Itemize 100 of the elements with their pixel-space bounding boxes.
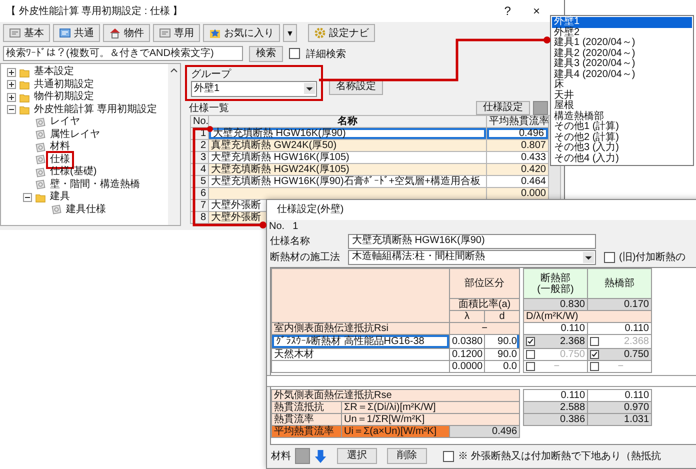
- search-field[interactable]: 検索ﾜｰﾄﾞは？(複数可。＆付きでAND検索文字): [3, 46, 243, 61]
- document-icon: [35, 179, 46, 190]
- table-cell: 0.110: [524, 390, 588, 402]
- collapse-icon[interactable]: [23, 192, 32, 202]
- number-label: No.: [269, 220, 285, 233]
- down-arrow-icon[interactable]: [314, 448, 327, 464]
- expand-icon[interactable]: [7, 68, 16, 77]
- dropdown-option[interactable]: 屋根: [552, 101, 692, 112]
- tree-item[interactable]: 仕様: [49, 154, 71, 166]
- scroll-up-icon[interactable]: [170, 67, 178, 73]
- search-button[interactable]: 検索: [249, 46, 283, 62]
- document-icon: [35, 142, 46, 153]
- folder-icon: [19, 66, 30, 78]
- checkbox[interactable]: [289, 48, 300, 59]
- table-cell[interactable]: 真壁充填断熱 GW24K(厚50): [208, 140, 486, 152]
- table-cell[interactable]: 大壁充填断熱 HGW16K(厚90): [208, 128, 486, 140]
- tree-item[interactable]: 共通初期設定: [33, 78, 95, 91]
- toolbar-button[interactable]: 共通: [53, 24, 100, 42]
- table-cell: 0.170: [588, 298, 652, 310]
- tree-item[interactable]: 属性レイヤ: [49, 128, 101, 141]
- table-cell[interactable]: 大壁充填断熱 HGW24K(厚105): [208, 164, 486, 176]
- tree-item[interactable]: レイヤ: [49, 116, 81, 128]
- table-cell[interactable]: 天然木材: [272, 348, 450, 360]
- dropdown-option[interactable]: 構造熱橋部: [552, 112, 692, 122]
- cell-value: −: [618, 361, 624, 372]
- page-icon: [9, 27, 21, 39]
- tree-item[interactable]: 壁・階間・構造熱橋: [49, 178, 141, 191]
- dropdown-option[interactable]: 建具4 (2020/04～): [552, 70, 692, 80]
- delete-button[interactable]: 削除: [387, 448, 427, 464]
- help-button[interactable]: ?: [500, 4, 515, 18]
- table-cell: 0.496: [486, 128, 548, 140]
- checkbox[interactable]: [590, 350, 599, 359]
- close-button[interactable]: ×: [528, 4, 544, 18]
- folder-icon: [19, 104, 30, 116]
- tree-item[interactable]: 外皮性能計算 専用初期設定: [33, 104, 158, 116]
- checkbox[interactable]: [526, 362, 535, 371]
- dropdown-option[interactable]: その他3 (入力): [552, 143, 692, 154]
- checkbox[interactable]: [590, 336, 599, 346]
- tree-item[interactable]: 仕様(基礎): [49, 166, 98, 178]
- field-label: 断熱材の施工法: [270, 250, 341, 264]
- tree-item[interactable]: 基本設定: [33, 66, 75, 78]
- toolbar-button[interactable]: お気に入り: [203, 24, 280, 42]
- dropdown-option[interactable]: 天井: [552, 90, 692, 101]
- checkbox[interactable]: [443, 450, 454, 462]
- toolbar-button[interactable]: 物件: [103, 24, 150, 42]
- checkbox[interactable]: [604, 252, 615, 262]
- cell-value: 0.750: [560, 349, 585, 360]
- table-cell[interactable]: ｸﾞﾗｽｳｰﾙ断熱材 高性能品HG16-38: [272, 334, 450, 348]
- table-cell[interactable]: [208, 188, 486, 200]
- tree-item[interactable]: 建具仕様: [65, 204, 107, 216]
- method-select[interactable]: 木造軸組構法:柱・間柱間断熱: [348, 250, 596, 264]
- header-cell: 熱橋部: [588, 268, 652, 298]
- group-select[interactable]: 外壁1: [191, 81, 317, 97]
- table-cell: 0.420: [486, 164, 548, 176]
- checkbox-label: 詳細検索: [306, 48, 346, 60]
- folder-icon: [19, 92, 30, 103]
- dropdown-option[interactable]: その他4 (入力): [552, 154, 692, 164]
- expand-icon[interactable]: [7, 92, 16, 102]
- table-cell[interactable]: [272, 360, 450, 372]
- table-cell: 熱貫流率: [272, 414, 342, 426]
- checkbox-label: ※ 外張断熱又は付加断熱で下地あり（熱抵抗: [458, 450, 661, 463]
- dropdown-button[interactable]: ▼: [283, 24, 297, 42]
- table-cell: 2.588: [524, 402, 588, 414]
- table-cell: 0.386: [524, 414, 588, 426]
- caret-icon: [304, 83, 315, 94]
- group-label: グループ: [191, 68, 232, 81]
- dropdown-option[interactable]: その他2 (計算): [552, 132, 692, 143]
- expand-icon[interactable]: [7, 80, 16, 90]
- color-swatch[interactable]: [533, 101, 548, 115]
- header-cell: 面積比率(a): [450, 298, 520, 310]
- checkbox[interactable]: [590, 362, 599, 371]
- table-cell: Un＝1/ΣR[W/m²K]: [342, 414, 520, 426]
- tree-item[interactable]: 材料: [49, 141, 71, 154]
- table-cell: 1.031: [588, 414, 652, 426]
- dropdown-option[interactable]: 床: [552, 80, 692, 90]
- dropdown-option[interactable]: 建具3 (2020/04～): [552, 59, 692, 70]
- dropdown-option[interactable]: 外壁2: [552, 28, 692, 38]
- scrollbar[interactable]: [168, 64, 180, 225]
- dropdown-option[interactable]: 建具1 (2020/04～): [552, 38, 692, 48]
- document-icon: [35, 129, 46, 140]
- collapse-icon[interactable]: [7, 105, 16, 114]
- toolbar-button[interactable]: 設定ナビ: [308, 24, 375, 42]
- color-swatch[interactable]: [295, 448, 310, 464]
- folder-icon: [19, 79, 30, 90]
- select-button[interactable]: 選択: [337, 448, 377, 464]
- checkbox[interactable]: [526, 350, 535, 359]
- dropdown-option[interactable]: その他1 (計算): [552, 122, 692, 132]
- tree-item[interactable]: 建具: [49, 191, 71, 204]
- dropdown-option[interactable]: 建具2 (2020/04～): [552, 48, 692, 59]
- cell-value: 2.368: [624, 336, 649, 347]
- table-cell: 0.0380: [450, 334, 484, 348]
- page-icon: [159, 27, 171, 39]
- document-icon: [35, 116, 46, 128]
- checkbox[interactable]: [526, 336, 535, 346]
- toolbar-button[interactable]: 専用: [153, 24, 200, 42]
- material-label: 材料: [271, 450, 291, 463]
- name-field[interactable]: 大壁充填断熱 HGW16K(厚90): [348, 234, 596, 248]
- tree-item[interactable]: 物件初期設定: [33, 91, 95, 104]
- spec-settings-button[interactable]: 仕様設定: [476, 101, 530, 115]
- toolbar-button[interactable]: 基本: [3, 24, 50, 42]
